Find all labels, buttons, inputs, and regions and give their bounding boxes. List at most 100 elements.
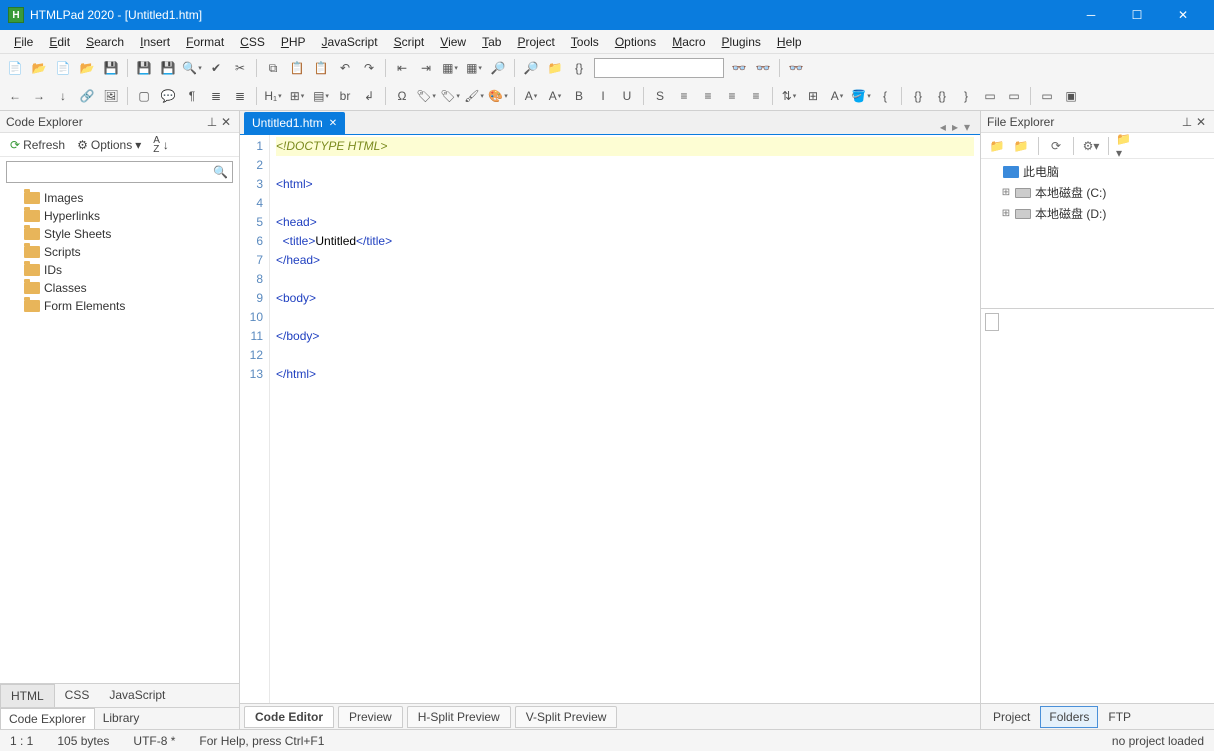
menu-script[interactable]: Script — [386, 32, 433, 52]
sort-az-button[interactable]: AZ↓ — [149, 134, 173, 156]
layout-dd-button[interactable]: ▦ — [439, 57, 461, 79]
table2-button[interactable]: ⊞ — [802, 85, 824, 107]
save-button[interactable]: 💾 — [100, 57, 122, 79]
image-button[interactable]: 🖼 — [100, 85, 122, 107]
menu-javascript[interactable]: JavaScript — [314, 32, 386, 52]
folder-open-button[interactable]: 📂 — [76, 57, 98, 79]
clipboard-button[interactable]: 📋 — [310, 57, 332, 79]
back-button[interactable]: ← — [4, 85, 26, 107]
copy-button[interactable]: ⧉ — [262, 57, 284, 79]
left-tab-library[interactable]: Library — [95, 708, 148, 729]
lang-tab-css[interactable]: CSS — [55, 684, 100, 707]
palette-dd-button[interactable]: 🎨 — [487, 85, 509, 107]
panel3-button[interactable]: ▭ — [1036, 85, 1058, 107]
binoculars1-button[interactable]: 👓 — [728, 57, 750, 79]
tree-item-classes[interactable]: Classes — [4, 279, 235, 297]
menu-search[interactable]: Search — [78, 32, 132, 52]
close-panel-icon[interactable]: ✕ — [219, 115, 233, 129]
refresh-button[interactable]: ⟳Refresh — [6, 136, 69, 154]
menu-project[interactable]: Project — [509, 32, 562, 52]
tree-item-style-sheets[interactable]: Style Sheets — [4, 225, 235, 243]
list-ul-button[interactable]: ≣ — [205, 85, 227, 107]
table-dd-button[interactable]: ⊞ — [286, 85, 308, 107]
expand-icon[interactable]: ⊞ — [1001, 187, 1011, 198]
folder-icon[interactable]: 📁 — [987, 136, 1007, 156]
folder-search-button[interactable]: 📁 — [544, 57, 566, 79]
options-button[interactable]: ⚙Options▾ — [73, 136, 145, 154]
forward-button[interactable]: → — [28, 85, 50, 107]
tab-next-icon[interactable]: ▸ — [952, 120, 958, 134]
search-input[interactable] — [11, 165, 213, 179]
binoculars3-button[interactable]: 👓 — [785, 57, 807, 79]
editor-tab-preview[interactable]: Preview — [338, 706, 403, 728]
tag-green-dd-button[interactable]: 🏷 — [439, 85, 461, 107]
indent-button[interactable]: ⇥ — [415, 57, 437, 79]
outdent-button[interactable]: ⇤ — [391, 57, 413, 79]
toolbar-combo[interactable] — [594, 58, 724, 78]
comment-button[interactable]: 💬 — [157, 85, 179, 107]
binoculars2-button[interactable]: 👓 — [752, 57, 774, 79]
code-explorer-search[interactable]: 🔍 — [6, 161, 233, 183]
bucket-dd-button[interactable]: 🪣 — [850, 85, 872, 107]
layout2-dd-button[interactable]: ▦ — [463, 57, 485, 79]
right-tab-project[interactable]: Project — [985, 707, 1038, 727]
editor-tab-v-split-preview[interactable]: V-Split Preview — [515, 706, 618, 728]
menu-edit[interactable]: Edit — [41, 32, 78, 52]
brace-q-button[interactable]: {} — [931, 85, 953, 107]
menu-css[interactable]: CSS — [232, 32, 273, 52]
find-replace-button[interactable]: 🔎 — [520, 57, 542, 79]
align-right-button[interactable]: ≡ — [721, 85, 743, 107]
code-content[interactable]: <!DOCTYPE HTML> <html> <head> <title>Unt… — [270, 135, 980, 703]
lang-tab-html[interactable]: HTML — [0, 684, 55, 707]
font-a-dd-button[interactable]: A — [520, 85, 542, 107]
tree-item-images[interactable]: Images — [4, 189, 235, 207]
brace-open-button[interactable]: { — [874, 85, 896, 107]
align-center-button[interactable]: ≡ — [697, 85, 719, 107]
tree-item-hyperlinks[interactable]: Hyperlinks — [4, 207, 235, 225]
undo-button[interactable]: ↶ — [334, 57, 356, 79]
expand-icon[interactable]: ⊞ — [1001, 208, 1011, 219]
link-button[interactable]: 🔗 — [76, 85, 98, 107]
underline-button[interactable]: U — [616, 85, 638, 107]
close-button[interactable]: ✕ — [1160, 0, 1206, 30]
editor-tab-h-split-preview[interactable]: H-Split Preview — [407, 706, 511, 728]
save-all-button[interactable]: 💾 — [133, 57, 155, 79]
file-tree-item[interactable]: ⊞本地磁盘 (D:) — [985, 203, 1210, 224]
pilcrow-button[interactable]: ¶ — [181, 85, 203, 107]
menu-view[interactable]: View — [432, 32, 474, 52]
menu-plugins[interactable]: Plugins — [714, 32, 769, 52]
orange-doc-button[interactable]: 📄 — [52, 57, 74, 79]
box-button[interactable]: ▢ — [133, 85, 155, 107]
menu-macro[interactable]: Macro — [664, 32, 713, 52]
paste-button[interactable]: 📋 — [286, 57, 308, 79]
orange-box-button[interactable]: ▣ — [1060, 85, 1082, 107]
form-dd-button[interactable]: ▤ — [310, 85, 332, 107]
paint-dd-button[interactable]: 🖌 — [463, 85, 485, 107]
minimize-button[interactable]: ─ — [1068, 0, 1114, 30]
open-file-button[interactable]: 📂 — [28, 57, 50, 79]
tag-blue-dd-button[interactable]: 🏷 — [415, 85, 437, 107]
brace-close-button[interactable]: } — [955, 85, 977, 107]
cut-button[interactable]: ✂ — [229, 57, 251, 79]
braces-button[interactable]: {} — [568, 57, 590, 79]
editor-tab-code-editor[interactable]: Code Editor — [244, 706, 334, 728]
pin-icon[interactable]: ⊥ — [1180, 115, 1194, 129]
maximize-button[interactable]: ☐ — [1114, 0, 1160, 30]
menu-insert[interactable]: Insert — [132, 32, 178, 52]
spellcheck-button[interactable]: ✔ — [205, 57, 227, 79]
lang-tab-javascript[interactable]: JavaScript — [99, 684, 175, 707]
strike-button[interactable]: S — [649, 85, 671, 107]
close-panel-icon[interactable]: ✕ — [1194, 115, 1208, 129]
font-color-dd-button[interactable]: A — [826, 85, 848, 107]
list-ol-button[interactable]: ≣ — [229, 85, 251, 107]
tree-item-ids[interactable]: IDs — [4, 261, 235, 279]
font-a-small-dd-button[interactable]: A — [544, 85, 566, 107]
tab-close-icon[interactable]: ✕ — [329, 118, 337, 129]
br-button[interactable]: br — [334, 85, 356, 107]
file-tree-item[interactable]: ⊞本地磁盘 (C:) — [985, 182, 1210, 203]
menu-tab[interactable]: Tab — [474, 32, 509, 52]
menu-format[interactable]: Format — [178, 32, 232, 52]
h1-dd-button[interactable]: H₁ — [262, 85, 284, 107]
right-tab-folders[interactable]: Folders — [1040, 706, 1098, 728]
file-tree-item[interactable]: 此电脑 — [985, 161, 1210, 182]
